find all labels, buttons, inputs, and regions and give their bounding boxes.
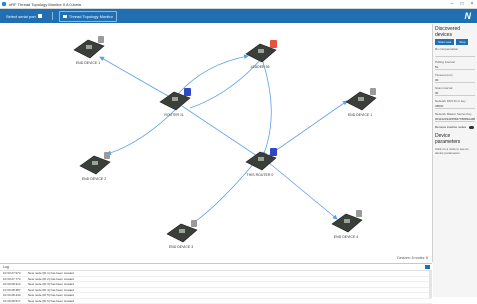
select-port-dropdown[interactable]: Select serial port [6,14,42,19]
node-label: END DEVICE 3 [151,245,211,249]
board-icon [78,152,114,176]
log-message: New node (ID 2) has been created [28,277,74,282]
scan-button[interactable]: Scan now [435,39,454,45]
board-icon [244,148,280,172]
node-label: END DEVICE 2 [64,177,124,181]
node-label: ROUTER 11 [144,113,204,117]
field-input[interactable]: 30 [435,91,475,96]
close-button[interactable]: × [467,1,477,7]
topology-links [0,24,432,262]
network-icon [63,15,67,18]
field-label: Polling interval [433,58,477,64]
clear-log-button[interactable] [425,265,430,269]
end-device-badge-icon [191,220,197,227]
field-input[interactable]: 30 [435,78,475,83]
field-label: Network PAN ID or key [433,97,477,103]
log-panel: Log 10:33:27.973New node (ID 1) has been… [0,263,432,298]
chevron-down-icon [38,14,42,18]
log-message: New node (ID 3) has been created [28,282,74,287]
log-header: Log [0,264,432,271]
sidebar-title: Discovered devices [433,24,477,39]
board-icon [344,88,380,112]
toolbar-divider [52,12,53,20]
device-params-title: Device parameters [433,131,477,146]
device-params-hint: Click on a node to see its device parame… [435,147,475,155]
field-label: Scan interval [433,84,477,90]
end-device-badge-icon [98,36,104,43]
toggle-label: Remove inactive nodes [435,125,466,129]
toolbar: Select serial port Thread Topology Monit… [0,9,477,23]
log-time: 10:33:28.314 [0,282,28,287]
node-label: END DEVICE 1 [330,113,390,117]
node-label: END DEVICE 4 [316,235,376,239]
end-device-badge-icon [356,210,362,217]
board-icon [244,40,280,64]
board-icon [165,220,201,244]
log-message: New node (ID 4) has been created [28,288,74,293]
field-label: Network Master Secret Key [433,110,477,116]
field-label: Rx compensation [433,45,477,51]
router-badge-icon [270,148,277,156]
log-message: New node (ID 6) has been created [28,299,74,304]
leader-badge-icon [270,40,277,48]
title-bar: nRF Thread Topology Monitor 0.8.0-beta –… [0,0,477,9]
board-icon [158,88,194,112]
log-time: 10:33:27.774 [0,277,28,282]
log-scrollbar[interactable] [429,271,432,298]
remove-inactive-toggle[interactable]: Remove inactive nodes [433,123,477,131]
window-controls: – □ × [447,1,477,7]
topology-canvas[interactable]: END DEVICE 1 ROUTER 11 LEADER 36 END DEV… [0,24,433,262]
log-time: 10:33:28.517 [0,299,28,304]
router-badge-icon [184,88,191,96]
sidebar: Discovered devices Scan now Stop Rx comp… [433,24,477,297]
toggle-switch[interactable] [469,126,474,129]
app-icon [2,2,6,6]
canvas-status: Devices: 8 nodes: 8 [397,256,428,260]
end-device-badge-icon [370,88,376,95]
board-icon [330,210,366,234]
node-label: LEADER 36 [230,65,290,69]
tab-topology[interactable]: Thread Topology Monitor [59,11,117,22]
field-input[interactable]: ABCD [435,104,475,109]
select-port-label: Select serial port [6,14,36,19]
minimize-button[interactable]: – [447,1,457,7]
window-title: nRF Thread Topology Monitor 0.8.0-beta [9,2,81,7]
field-input[interactable]: 00112233445566778899AABBCC [435,117,475,122]
nordic-logo: N [465,11,472,21]
board-icon [72,36,108,60]
log-time: 10:33:27.973 [0,271,28,276]
field-input[interactable] [435,52,475,57]
node-label: END DEVICE 1 [58,61,118,65]
field-input[interactable]: 5s [435,65,475,70]
node-label: THIS ROUTER 0 [230,173,290,177]
stop-button[interactable]: Stop [456,39,468,45]
log-row: 10:33:28.517New node (ID 6) has been cre… [0,299,432,304]
maximize-button[interactable]: □ [457,1,467,7]
tab-topology-label: Thread Topology Monitor [69,14,113,19]
field-label: Timeout (ms) [433,71,477,77]
log-time: 10:33:28.387 [0,288,28,293]
link-leader-main [262,59,271,156]
log-message: New node (ID 1) has been created [28,271,74,276]
end-device-badge-icon [104,152,110,159]
